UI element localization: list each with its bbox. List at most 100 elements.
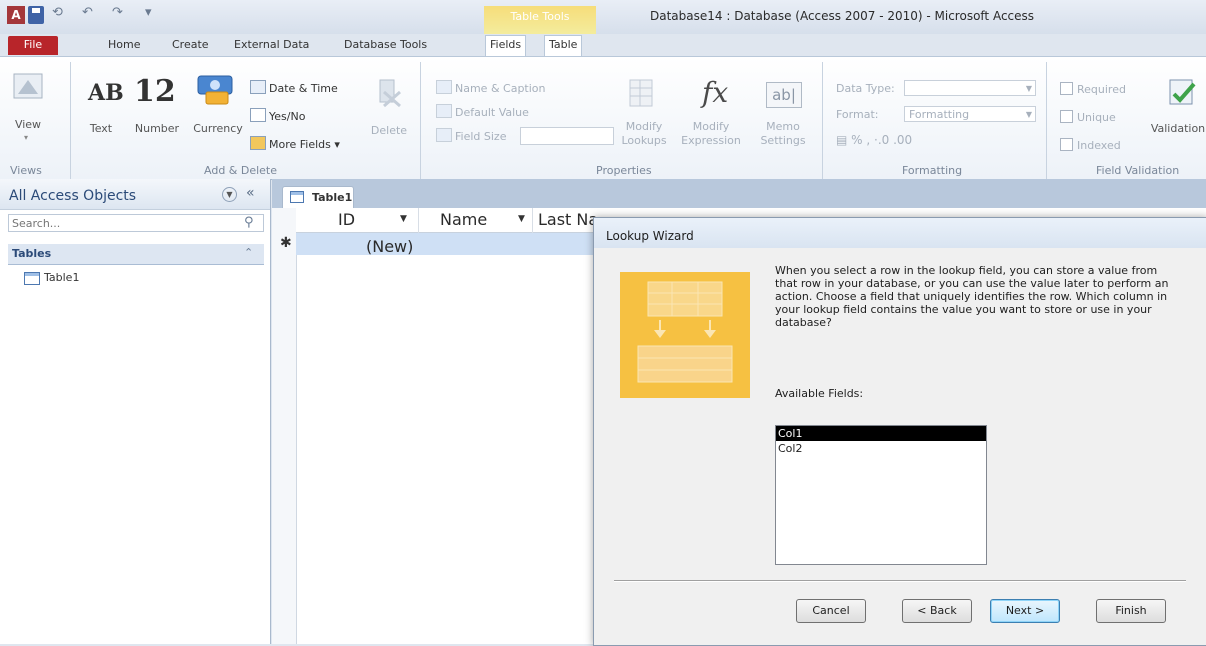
tab-home[interactable]: Home xyxy=(104,36,144,54)
save-icon[interactable] xyxy=(28,6,44,24)
field-size-label: Field Size xyxy=(436,128,506,143)
nav-search-input[interactable] xyxy=(8,214,264,232)
tab-table[interactable]: Table xyxy=(544,35,583,56)
text-field-button[interactable]: Text xyxy=(83,122,119,136)
tables-group-label: Tables xyxy=(12,247,52,260)
tab-fields[interactable]: Fields xyxy=(485,35,527,56)
tab-external-data[interactable]: External Data xyxy=(230,36,313,54)
field-validation-group-label: Field Validation xyxy=(1096,164,1180,177)
format-dropdown[interactable]: Formatting ▼ xyxy=(904,106,1036,122)
document-tab-label: Table1 xyxy=(312,191,353,204)
data-type-dropdown[interactable]: ▼ xyxy=(904,80,1036,96)
group-separator xyxy=(420,62,421,180)
nav-menu-dropdown-icon[interactable]: ▼ xyxy=(222,187,237,202)
list-item-col1[interactable]: Col1 xyxy=(776,426,986,441)
nav-item-table1[interactable]: Table1 xyxy=(44,271,79,284)
group-separator xyxy=(822,62,823,180)
memo-settings-icon: ab| xyxy=(766,82,802,108)
date-time-button[interactable]: Date & Time xyxy=(250,80,338,95)
currency-icon xyxy=(197,75,233,105)
default-value-icon xyxy=(436,104,452,118)
new-record-cell[interactable]: (New) xyxy=(366,237,413,256)
tab-file[interactable]: File xyxy=(8,36,58,55)
checkbox-icon xyxy=(1060,138,1073,151)
yes-no-button[interactable]: Yes/No xyxy=(250,108,305,123)
lookup-wizard-illustration xyxy=(620,272,750,398)
text-field-icon: AB xyxy=(88,80,124,106)
delete-button[interactable]: Delete xyxy=(366,124,412,138)
view-dropdown-icon[interactable]: ▾ xyxy=(24,133,28,142)
nav-pane-title[interactable]: All Access Objects xyxy=(9,188,136,204)
column-header-last-name[interactable]: Last Na xyxy=(538,210,598,229)
table-icon xyxy=(290,191,304,203)
view-icon xyxy=(13,73,43,99)
next-button[interactable]: Next > xyxy=(990,599,1060,623)
delete-icon xyxy=(379,79,401,108)
modify-expression-icon: fx xyxy=(702,76,729,109)
finish-button[interactable]: Finish xyxy=(1096,599,1166,623)
field-size-text: Field Size xyxy=(455,130,507,143)
validation-button[interactable]: Validation xyxy=(1150,122,1206,136)
modify-lookups-icon xyxy=(629,79,653,107)
available-fields-label: Available Fields: xyxy=(775,387,864,400)
format-value: Formatting xyxy=(909,108,970,121)
group-separator xyxy=(1046,62,1047,180)
list-item-col2[interactable]: Col2 xyxy=(776,441,986,456)
cancel-button[interactable]: Cancel xyxy=(796,599,866,623)
name-caption-button[interactable]: Name & Caption xyxy=(436,80,546,95)
window-title: Database14 : Database (Access 2007 - 201… xyxy=(650,9,1035,23)
views-group-label: Views xyxy=(10,164,42,177)
number-format-buttons[interactable]: ▤ % , ·.0 .00 xyxy=(836,133,912,147)
column-header-name[interactable]: Name xyxy=(440,210,487,229)
search-icon[interactable]: ⚲ xyxy=(244,215,254,230)
formatting-group-label: Formatting xyxy=(902,164,963,177)
number-field-button[interactable]: Number xyxy=(128,122,186,136)
name-caption-label: Name & Caption xyxy=(455,82,546,95)
required-checkbox[interactable]: Required xyxy=(1060,82,1126,96)
unique-label: Unique xyxy=(1077,111,1116,124)
required-label: Required xyxy=(1077,83,1126,96)
context-group-label: Table Tools xyxy=(510,10,570,23)
currency-field-button[interactable]: Currency xyxy=(190,122,246,136)
chevron-down-icon[interactable]: ▼ xyxy=(400,214,407,224)
redo-icon[interactable]: ↷ xyxy=(112,5,123,20)
chevron-down-icon: ▼ xyxy=(1025,110,1032,119)
column-header-id[interactable]: ID xyxy=(338,210,355,229)
quick-access-dropdown-icon[interactable]: ▾ xyxy=(145,5,152,20)
date-time-label: Date & Time xyxy=(269,82,338,95)
row-selector-column[interactable] xyxy=(272,208,297,644)
indexed-checkbox[interactable]: Indexed xyxy=(1060,138,1121,152)
field-size-input[interactable] xyxy=(520,127,614,145)
chevron-down-icon[interactable]: ▼ xyxy=(518,214,525,224)
collapse-group-icon[interactable]: ⌃ xyxy=(244,246,253,259)
checkbox-icon xyxy=(250,108,266,122)
add-delete-group-label: Add & Delete xyxy=(204,164,278,177)
data-type-label: Data Type: xyxy=(836,82,895,95)
wizard-description: When you select a row in the lookup fiel… xyxy=(775,264,1169,329)
table-icon xyxy=(24,272,40,285)
checkbox-icon xyxy=(1060,110,1073,123)
tab-create[interactable]: Create xyxy=(168,36,213,54)
dialog-title: Lookup Wizard xyxy=(606,229,694,243)
collapse-pane-icon[interactable]: « xyxy=(246,185,255,201)
view-button[interactable]: View xyxy=(8,118,48,132)
more-fields-icon xyxy=(250,136,266,150)
field-size-icon xyxy=(436,128,452,142)
unique-checkbox[interactable]: Unique xyxy=(1060,110,1116,124)
tab-database-tools[interactable]: Database Tools xyxy=(340,36,431,54)
more-fields-label: More Fields xyxy=(269,138,331,151)
undo-icon[interactable]: ↶ xyxy=(82,5,93,20)
validation-icon xyxy=(1169,79,1196,105)
default-value-button[interactable]: Default Value xyxy=(436,104,529,119)
customize-qat-icon[interactable]: ⟲ xyxy=(52,5,63,20)
more-fields-button[interactable]: More Fields ▾ xyxy=(250,136,340,151)
memo-settings-button[interactable]: Memo Settings xyxy=(756,120,810,148)
format-label: Format: xyxy=(836,108,879,121)
modify-lookups-button[interactable]: Modify Lookups xyxy=(616,120,672,148)
access-app-icon[interactable]: A xyxy=(7,6,25,24)
indexed-label: Indexed xyxy=(1077,139,1121,152)
modify-expression-button[interactable]: Modify Expression xyxy=(680,120,742,148)
back-button[interactable]: < Back xyxy=(902,599,972,623)
checkbox-icon xyxy=(1060,82,1073,95)
properties-group-label: Properties xyxy=(596,164,652,177)
